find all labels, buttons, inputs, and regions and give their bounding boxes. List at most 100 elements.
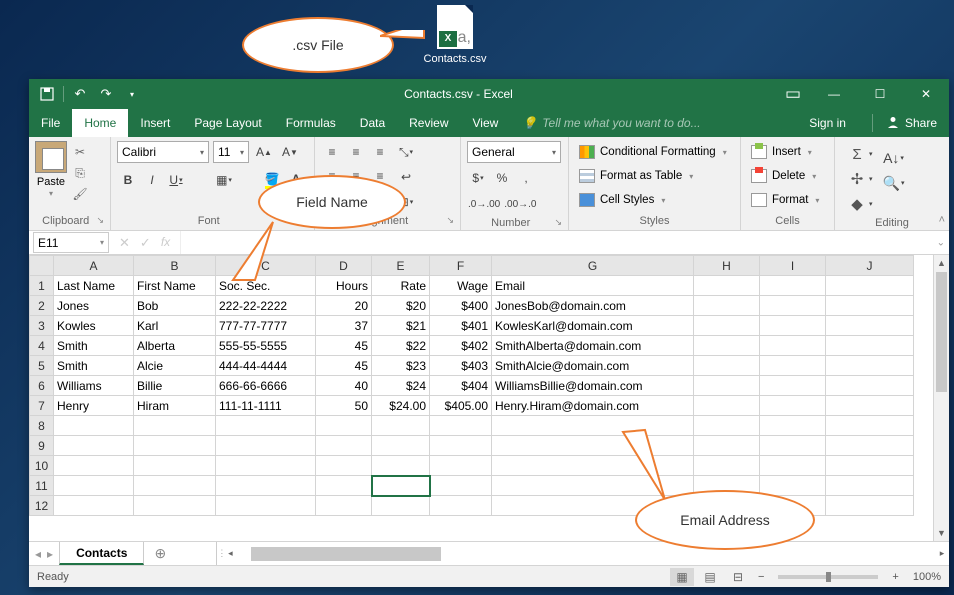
font-size-combo[interactable]: 11▾ bbox=[213, 141, 249, 163]
cell-C7[interactable]: 111-11-1111 bbox=[216, 396, 316, 416]
cell-J1[interactable] bbox=[826, 276, 914, 296]
cell-D2[interactable]: 20 bbox=[316, 296, 372, 316]
row-header-10[interactable]: 10 bbox=[30, 456, 54, 476]
cell-J11[interactable] bbox=[826, 476, 914, 496]
fill-icon[interactable]: ✢▾ bbox=[845, 168, 874, 190]
column-header-F[interactable]: F bbox=[430, 256, 492, 276]
cell-E3[interactable]: $21 bbox=[372, 316, 430, 336]
cell-H7[interactable] bbox=[694, 396, 760, 416]
orientation-icon[interactable]: ⤡▾ bbox=[395, 141, 417, 163]
column-header-B[interactable]: B bbox=[134, 256, 216, 276]
select-all-corner[interactable] bbox=[30, 256, 54, 276]
cell-I2[interactable] bbox=[760, 296, 826, 316]
cell-A2[interactable]: Jones bbox=[54, 296, 134, 316]
format-cells-button[interactable]: Format▾ bbox=[751, 189, 819, 211]
enter-formula-icon[interactable]: ✓ bbox=[140, 235, 151, 251]
cell-C11[interactable] bbox=[216, 476, 316, 496]
cell-I7[interactable] bbox=[760, 396, 826, 416]
cell-F8[interactable] bbox=[430, 416, 492, 436]
cell-J6[interactable] bbox=[826, 376, 914, 396]
cell-A12[interactable] bbox=[54, 496, 134, 516]
scroll-up-icon[interactable]: ▲ bbox=[934, 255, 949, 271]
page-break-view-icon[interactable]: ⊟ bbox=[726, 568, 750, 586]
column-header-D[interactable]: D bbox=[316, 256, 372, 276]
tab-insert[interactable]: Insert bbox=[128, 109, 182, 137]
sheet-tab-contacts[interactable]: Contacts bbox=[59, 542, 144, 565]
cell-D7[interactable]: 50 bbox=[316, 396, 372, 416]
cell-F4[interactable]: $402 bbox=[430, 336, 492, 356]
cell-G5[interactable]: SmithAlcie@domain.com bbox=[492, 356, 694, 376]
column-header-H[interactable]: H bbox=[694, 256, 760, 276]
copy-icon[interactable]: ⎘ bbox=[71, 164, 89, 182]
cell-D6[interactable]: 40 bbox=[316, 376, 372, 396]
cell-A1[interactable]: Last Name bbox=[54, 276, 134, 296]
format-painter-icon[interactable]: 🖌 bbox=[71, 185, 89, 203]
cell-I9[interactable] bbox=[760, 436, 826, 456]
cell-B4[interactable]: Alberta bbox=[134, 336, 216, 356]
zoom-out-icon[interactable]: − bbox=[754, 571, 768, 583]
cell-F1[interactable]: Wage bbox=[430, 276, 492, 296]
cell-D9[interactable] bbox=[316, 436, 372, 456]
ribbon-display-icon[interactable]: ▭ bbox=[775, 79, 811, 109]
insert-cells-button[interactable]: Insert▾ bbox=[751, 141, 819, 163]
cell-I6[interactable] bbox=[760, 376, 826, 396]
tab-home[interactable]: Home bbox=[72, 109, 128, 137]
percent-format-icon[interactable]: % bbox=[491, 167, 513, 189]
cell-E4[interactable]: $22 bbox=[372, 336, 430, 356]
cut-icon[interactable]: ✂ bbox=[71, 143, 89, 161]
cell-H10[interactable] bbox=[694, 456, 760, 476]
row-header-7[interactable]: 7 bbox=[30, 396, 54, 416]
zoom-level-label[interactable]: 100% bbox=[907, 571, 941, 583]
cell-I11[interactable] bbox=[760, 476, 826, 496]
name-box[interactable]: E11▾ bbox=[33, 232, 109, 253]
cell-B5[interactable]: Alcie bbox=[134, 356, 216, 376]
cell-I3[interactable] bbox=[760, 316, 826, 336]
cancel-formula-icon[interactable]: ✕ bbox=[119, 235, 130, 251]
row-header-3[interactable]: 3 bbox=[30, 316, 54, 336]
cell-C6[interactable]: 666-66-6666 bbox=[216, 376, 316, 396]
cell-B6[interactable]: Billie bbox=[134, 376, 216, 396]
cell-A7[interactable]: Henry bbox=[54, 396, 134, 416]
cell-A4[interactable]: Smith bbox=[54, 336, 134, 356]
number-launcher-icon[interactable]: ↘ bbox=[554, 217, 562, 228]
cell-I8[interactable] bbox=[760, 416, 826, 436]
borders-button[interactable]: ▦▾ bbox=[213, 169, 235, 191]
insert-function-icon[interactable]: fx bbox=[161, 235, 170, 251]
row-header-1[interactable]: 1 bbox=[30, 276, 54, 296]
cell-I1[interactable] bbox=[760, 276, 826, 296]
cell-B11[interactable] bbox=[134, 476, 216, 496]
row-header-4[interactable]: 4 bbox=[30, 336, 54, 356]
maximize-icon[interactable]: ☐ bbox=[857, 79, 903, 109]
expand-formula-bar-icon[interactable]: ⌄ bbox=[937, 237, 945, 248]
cell-A10[interactable] bbox=[54, 456, 134, 476]
cell-H6[interactable] bbox=[694, 376, 760, 396]
cell-G7[interactable]: Henry.Hiram@domain.com bbox=[492, 396, 694, 416]
cell-H3[interactable] bbox=[694, 316, 760, 336]
paste-button[interactable]: Paste ▾ bbox=[35, 141, 67, 213]
conditional-formatting-button[interactable]: Conditional Formatting▾ bbox=[579, 141, 727, 163]
undo-icon[interactable]: ↶ bbox=[70, 84, 90, 104]
tab-review[interactable]: Review bbox=[397, 109, 460, 137]
hscroll-left-icon[interactable]: ◂ bbox=[223, 548, 237, 559]
cell-G4[interactable]: SmithAlberta@domain.com bbox=[492, 336, 694, 356]
cell-F12[interactable] bbox=[430, 496, 492, 516]
cell-A6[interactable]: Williams bbox=[54, 376, 134, 396]
cell-E6[interactable]: $24 bbox=[372, 376, 430, 396]
cell-E11[interactable] bbox=[372, 476, 430, 496]
save-icon[interactable] bbox=[37, 84, 57, 104]
cell-B3[interactable]: Karl bbox=[134, 316, 216, 336]
cell-F3[interactable]: $401 bbox=[430, 316, 492, 336]
redo-icon[interactable]: ↷ bbox=[96, 84, 116, 104]
cell-E1[interactable]: Rate bbox=[372, 276, 430, 296]
cell-A9[interactable] bbox=[54, 436, 134, 456]
scroll-down-icon[interactable]: ▼ bbox=[934, 525, 949, 541]
cell-F2[interactable]: $400 bbox=[430, 296, 492, 316]
row-header-5[interactable]: 5 bbox=[30, 356, 54, 376]
cell-H2[interactable] bbox=[694, 296, 760, 316]
cell-A11[interactable] bbox=[54, 476, 134, 496]
cell-A3[interactable]: Kowles bbox=[54, 316, 134, 336]
clipboard-launcher-icon[interactable]: ↘ bbox=[96, 215, 104, 226]
cell-J2[interactable] bbox=[826, 296, 914, 316]
qat-customize-icon[interactable]: ▾ bbox=[122, 84, 142, 104]
tab-data[interactable]: Data bbox=[348, 109, 397, 137]
